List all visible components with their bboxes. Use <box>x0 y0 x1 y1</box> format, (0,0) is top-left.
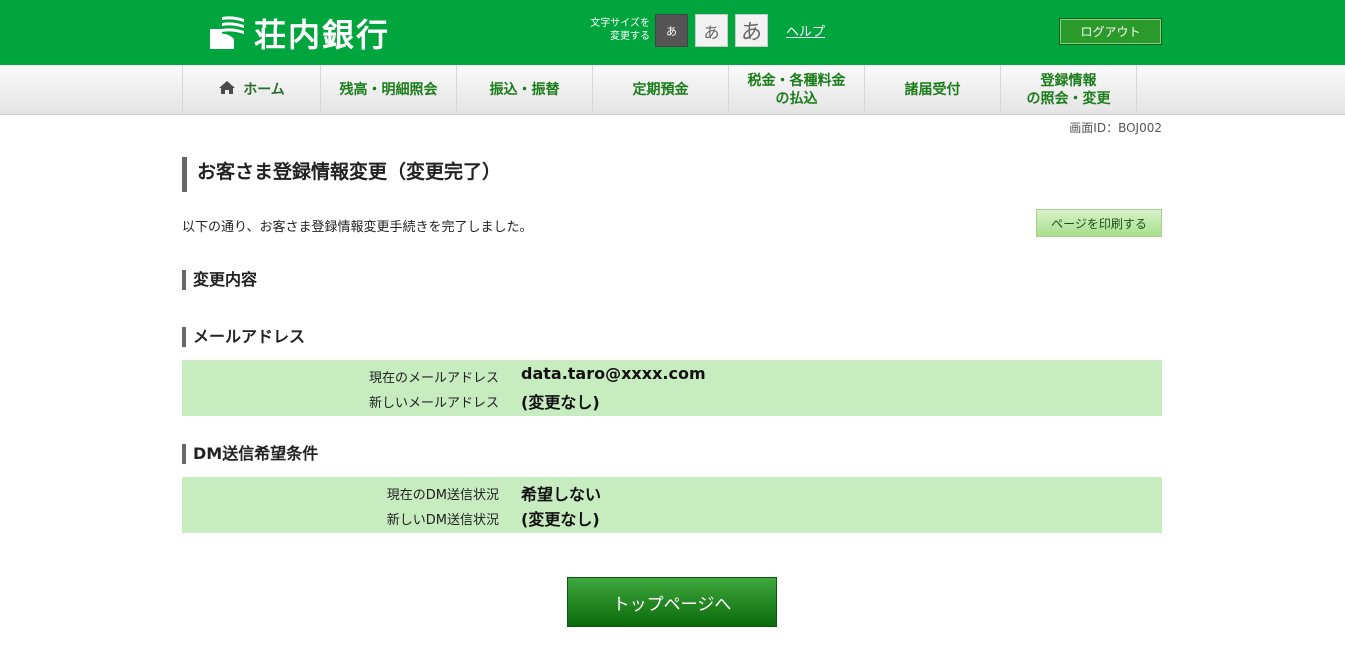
dm-heading: DM送信希望条件 <box>182 444 318 464</box>
nav-item-notifications[interactable]: 諸届受付 <box>865 65 1001 115</box>
nav-item-transfer[interactable]: 振込・振替 <box>457 65 593 115</box>
nav-item-time-deposit[interactable]: 定期預金 <box>593 65 729 115</box>
email-new-row: 新しいメールアドレス (変更なし) <box>182 388 1162 412</box>
logout-button[interactable]: ログアウト <box>1059 18 1162 45</box>
email-current-value: data.taro@xxxx.com <box>521 364 706 383</box>
home-icon <box>218 80 236 100</box>
dm-info-box: 現在のDM送信状況 希望しない 新しいDM送信状況 (変更なし) <box>182 477 1162 533</box>
nav-item-registration-label-2: の照会・変更 <box>1026 91 1111 107</box>
page-title: お客さま登録情報変更（変更完了） <box>182 157 501 192</box>
email-new-value: (変更なし) <box>521 393 600 412</box>
font-size-large-button[interactable]: あ <box>735 14 768 47</box>
font-size-medium-button[interactable]: あ <box>695 14 728 47</box>
bank-logo-icon <box>206 13 246 53</box>
print-page-button[interactable]: ページを印刷する <box>1036 209 1162 237</box>
nav-item-transfer-label: 振込・振替 <box>489 82 560 98</box>
dm-new-label: 新しいDM送信状況 <box>386 513 499 528</box>
dm-current-value: 希望しない <box>521 485 602 504</box>
nav-item-tax-payment-label-2: の払込 <box>775 91 818 107</box>
nav-item-registration[interactable]: 登録情報 の照会・変更 <box>1001 65 1137 115</box>
bank-name: 荘内銀行 <box>254 16 391 54</box>
nav-item-tax-payment[interactable]: 税金・各種料金 の払込 <box>729 65 865 115</box>
dm-new-row: 新しいDM送信状況 (変更なし) <box>182 505 1162 529</box>
email-current-row: 現在のメールアドレス data.taro@xxxx.com <box>182 363 1162 387</box>
dm-current-row: 現在のDM送信状況 希望しない <box>182 480 1162 504</box>
email-new-label: 新しいメールアドレス <box>368 396 499 411</box>
screen-id: 画面ID：BOJ002 <box>1069 121 1162 135</box>
top-page-button[interactable]: トップページへ <box>567 577 777 627</box>
nav-item-time-deposit-label: 定期預金 <box>632 82 689 98</box>
font-size-label: 文字サイズを 変更する <box>578 17 650 43</box>
intro-text: 以下の通り、お客さま登録情報変更手続きを完了しました。 <box>182 220 533 235</box>
changes-heading: 変更内容 <box>182 270 257 290</box>
help-link[interactable]: ヘルプ <box>786 21 825 40</box>
nav-item-tax-payment-label-1: 税金・各種料金 <box>747 73 846 89</box>
nav-item-home-label: ホーム <box>243 82 285 98</box>
email-current-label: 現在のメールアドレス <box>368 371 499 386</box>
font-size-small-button[interactable]: あ <box>655 14 688 47</box>
bank-logo[interactable]: 荘内銀行 <box>206 12 390 54</box>
email-info-box: 現在のメールアドレス data.taro@xxxx.com 新しいメールアドレス… <box>182 360 1162 416</box>
main-nav-items: ホーム 残高・明細照会 振込・振替 定期預金 税金・各種料金 の払込 諸届受付 … <box>182 65 1162 115</box>
email-heading: メールアドレス <box>182 327 305 347</box>
font-size-label-line1: 文字サイズを <box>590 18 650 29</box>
nav-item-home[interactable]: ホーム <box>183 65 321 115</box>
main-nav: ホーム 残高・明細照会 振込・振替 定期預金 税金・各種料金 の払込 諸届受付 … <box>0 65 1345 115</box>
dm-current-label: 現在のDM送信状況 <box>386 488 499 503</box>
dm-new-value: (変更なし) <box>521 510 600 529</box>
header: 荘内銀行 文字サイズを 変更する あ あ あ ヘルプ ログアウト <box>0 0 1345 65</box>
font-size-label-line2: 変更する <box>610 31 650 42</box>
nav-item-balance[interactable]: 残高・明細照会 <box>321 65 457 115</box>
nav-item-balance-label: 残高・明細照会 <box>339 82 438 98</box>
nav-item-registration-label-1: 登録情報 <box>1040 73 1097 89</box>
nav-item-notifications-label: 諸届受付 <box>904 82 961 98</box>
